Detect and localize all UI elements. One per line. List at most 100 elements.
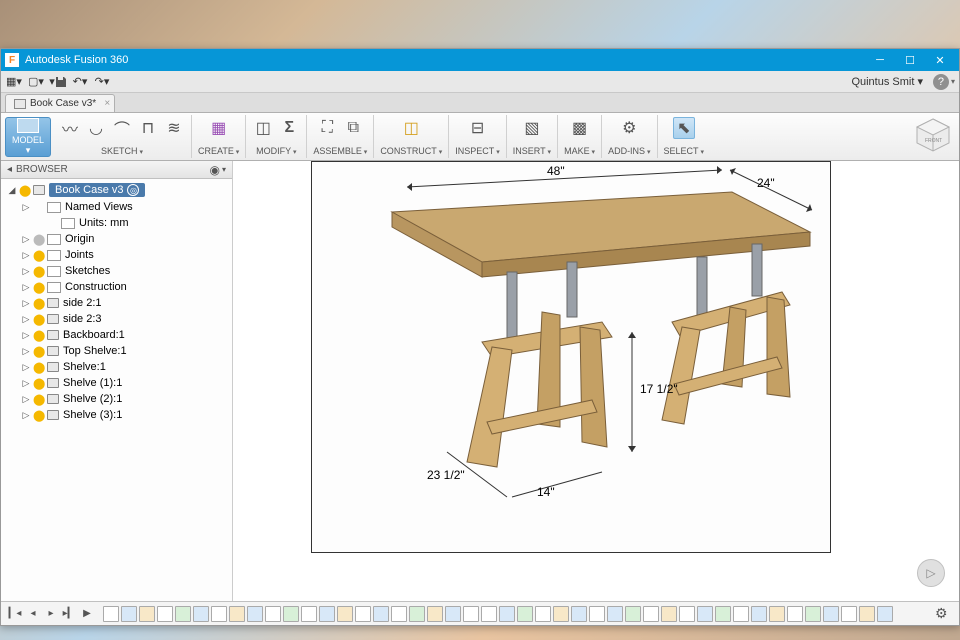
timeline-item[interactable] xyxy=(805,606,821,622)
timeline-item[interactable] xyxy=(553,606,569,622)
measure-tool-icon[interactable]: ⊟ xyxy=(467,117,489,139)
timeline-end-button[interactable]: ▸▎ xyxy=(61,606,77,622)
tree-node[interactable]: ▷Named Views xyxy=(1,199,232,215)
arc-tool-icon[interactable]: ◡ xyxy=(85,117,107,139)
spline-tool-icon[interactable]: 〰 xyxy=(59,117,81,139)
joint-tool-icon[interactable]: ⛶ xyxy=(316,117,338,139)
bulb-icon[interactable]: ⬤ xyxy=(19,184,31,197)
timeline-item[interactable] xyxy=(733,606,749,622)
trim-tool-icon[interactable]: ≋ xyxy=(163,117,185,139)
tree-node[interactable]: ▷⬤Construction xyxy=(1,279,232,295)
bulb-icon[interactable]: ⬤ xyxy=(33,329,45,342)
ribbon-label-modify[interactable]: MODIFY xyxy=(256,146,296,156)
bulb-icon[interactable]: ⬤ xyxy=(33,281,45,294)
timeline-play-button[interactable]: ▶ xyxy=(79,606,95,622)
ribbon-label-insert[interactable]: INSERT xyxy=(513,146,551,156)
bulb-icon[interactable]: ⬤ xyxy=(33,233,45,246)
bulb-icon[interactable]: ⬤ xyxy=(33,313,45,326)
timeline-item[interactable] xyxy=(841,606,857,622)
timeline-next-button[interactable]: ▸ xyxy=(43,606,59,622)
timeline-item[interactable] xyxy=(535,606,551,622)
timeline-item[interactable] xyxy=(319,606,335,622)
tree-node[interactable]: ▷⬤Origin xyxy=(1,231,232,247)
ribbon-label-assemble[interactable]: ASSEMBLE xyxy=(313,146,367,156)
timeline-item[interactable] xyxy=(625,606,641,622)
timeline-item[interactable] xyxy=(193,606,209,622)
app-menu-button[interactable]: ▦▾ xyxy=(5,73,23,91)
ribbon-label-sketch[interactable]: SKETCH xyxy=(101,146,143,156)
timeline-item[interactable] xyxy=(157,606,173,622)
plane-tool-icon[interactable]: ◫ xyxy=(400,117,422,139)
tree-root[interactable]: ◢ ⬤ Book Case v3◎ xyxy=(1,181,232,199)
tree-node[interactable]: Units: mm xyxy=(1,215,232,231)
timeline-item[interactable] xyxy=(751,606,767,622)
timeline-prev-button[interactable]: ◂ xyxy=(25,606,41,622)
timeline-item[interactable] xyxy=(139,606,155,622)
timeline-item[interactable] xyxy=(715,606,731,622)
timeline-item[interactable] xyxy=(643,606,659,622)
timeline-item[interactable] xyxy=(229,606,245,622)
browser-header[interactable]: ◂ BROWSER ◉ ▾ xyxy=(1,161,232,179)
timeline-item[interactable] xyxy=(679,606,695,622)
tree-node[interactable]: ▷⬤Backboard:1 xyxy=(1,327,232,343)
timeline-item[interactable] xyxy=(373,606,389,622)
timeline-item[interactable] xyxy=(409,606,425,622)
bulb-icon[interactable]: ⬤ xyxy=(33,265,45,278)
minimize-button[interactable]: ─ xyxy=(865,49,895,71)
timeline-item[interactable] xyxy=(877,606,893,622)
rect-tool-icon[interactable]: ⊓ xyxy=(137,117,159,139)
timeline-item[interactable] xyxy=(859,606,875,622)
tree-node[interactable]: ▷⬤Shelve (3):1 xyxy=(1,407,232,423)
timeline-item[interactable] xyxy=(697,606,713,622)
user-menu[interactable]: Quintus Smit ▾ xyxy=(845,75,929,88)
timeline-item[interactable] xyxy=(247,606,263,622)
timeline-item[interactable] xyxy=(283,606,299,622)
addins-tool-icon[interactable]: ⚙ xyxy=(618,117,640,139)
tree-node[interactable]: ▷⬤Top Shelve:1 xyxy=(1,343,232,359)
print-tool-icon[interactable]: ▩ xyxy=(569,117,591,139)
bulb-icon[interactable]: ⬤ xyxy=(33,297,45,310)
timeline-item[interactable] xyxy=(121,606,137,622)
ribbon-label-select[interactable]: SELECT xyxy=(664,146,704,156)
timeline-settings-button[interactable]: ⚙ xyxy=(935,605,953,622)
timeline-item[interactable] xyxy=(517,606,533,622)
bulb-icon[interactable]: ⬤ xyxy=(33,361,45,374)
bulb-icon[interactable]: ⬤ xyxy=(33,345,45,358)
timeline-item[interactable] xyxy=(589,606,605,622)
timeline-item[interactable] xyxy=(823,606,839,622)
bulb-icon[interactable]: ⬤ xyxy=(33,393,45,406)
visibility-toggle-icon[interactable]: ◉ xyxy=(210,163,220,177)
tree-node[interactable]: ▷⬤Sketches xyxy=(1,263,232,279)
tree-node[interactable]: ▷⬤side 2:1 xyxy=(1,295,232,311)
viewport[interactable]: 48" 24" 17 1/2" 23 1/2" 14" ▷ xyxy=(233,161,959,601)
model-canvas[interactable]: 48" 24" 17 1/2" 23 1/2" 14" xyxy=(311,161,831,553)
sigma-tool-icon[interactable]: Σ xyxy=(278,117,300,139)
tree-node[interactable]: ▷⬤Shelve (1):1 xyxy=(1,375,232,391)
timeline-item[interactable] xyxy=(391,606,407,622)
line-tool-icon[interactable]: ⌒ xyxy=(111,117,133,139)
save-button[interactable]: ▾ xyxy=(49,73,67,91)
view-cube[interactable]: FRONT xyxy=(913,115,953,155)
timeline-item[interactable] xyxy=(787,606,803,622)
timeline-start-button[interactable]: ▎◂ xyxy=(7,606,23,622)
box-tool-icon[interactable]: ▦ xyxy=(208,117,230,139)
ribbon-label-create[interactable]: CREATE xyxy=(198,146,239,156)
timeline-item[interactable] xyxy=(661,606,677,622)
timeline-item[interactable] xyxy=(445,606,461,622)
timeline-item[interactable] xyxy=(355,606,371,622)
tree-node[interactable]: ▷⬤Shelve:1 xyxy=(1,359,232,375)
timeline-item[interactable] xyxy=(265,606,281,622)
undo-button[interactable]: ↶▾ xyxy=(71,73,89,91)
play-button[interactable]: ▷ xyxy=(917,559,945,587)
ribbon-label-construct[interactable]: CONSTRUCT xyxy=(380,146,442,156)
timeline-item[interactable] xyxy=(463,606,479,622)
tree-node[interactable]: ▷⬤Joints xyxy=(1,247,232,263)
close-tab-button[interactable]: × xyxy=(104,98,110,109)
close-button[interactable]: ✕ xyxy=(925,49,955,71)
bulb-icon[interactable]: ⬤ xyxy=(33,249,45,262)
bulb-icon[interactable]: ⬤ xyxy=(33,377,45,390)
timeline-item[interactable] xyxy=(607,606,623,622)
timeline-item[interactable] xyxy=(499,606,515,622)
ribbon-label-make[interactable]: MAKE xyxy=(564,146,595,156)
activate-target-icon[interactable]: ◎ xyxy=(127,184,139,196)
